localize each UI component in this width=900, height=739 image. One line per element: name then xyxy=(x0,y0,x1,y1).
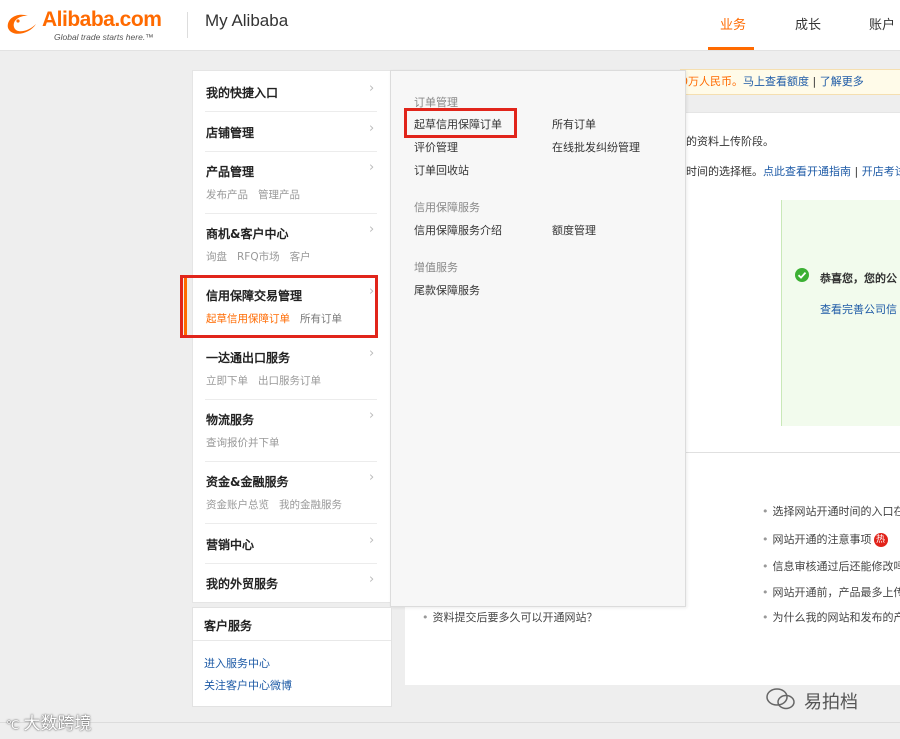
submenu-link[interactable]: RFQ市场 xyxy=(237,251,280,263)
faq-item[interactable]: • 资料提交后要多久可以开通网站？ xyxy=(422,609,598,625)
success-check-icon xyxy=(795,268,809,282)
chevron-right-icon: › xyxy=(369,121,375,136)
faq-item[interactable]: • 为什么我的网站和发布的产 xyxy=(762,609,900,625)
menu-item-label: 商机&客户中心 xyxy=(206,227,289,241)
service-center-link[interactable]: 进入服务中心 xyxy=(204,655,270,671)
menu-subitems: 发布产品 管理产品 xyxy=(206,187,310,202)
faq-item[interactable]: • 选择网站开通时间的入口在 xyxy=(762,503,900,519)
service-title: 客户服务 xyxy=(204,619,253,633)
nav-tab-account[interactable]: 账户 xyxy=(869,14,895,33)
alibaba-logo[interactable]: Alibaba.com Global trade starts here.™ xyxy=(4,6,184,46)
congrats-text: 恭喜您，您的公 xyxy=(820,272,897,285)
flyout-link-reviews[interactable]: 评价管理 xyxy=(414,139,458,155)
menu-subitems: 询盘 RFQ市场 客户 xyxy=(206,249,321,264)
faq-item[interactable]: • 网站开通的注意事项热 xyxy=(762,531,888,547)
flyout-link-all-orders[interactable]: 所有订单 xyxy=(552,116,596,132)
menu-subitems: 查询报价并下单 xyxy=(206,435,290,450)
top-header: Alibaba.com Global trade starts here.™ M… xyxy=(0,0,900,51)
flyout-section-header: 信用保障服务 xyxy=(414,201,480,214)
menu-item-label: 营销中心 xyxy=(206,538,255,552)
service-weibo-link[interactable]: 关注客户中心微博 xyxy=(204,677,292,693)
highlight-box-menu xyxy=(180,275,378,338)
submenu-link[interactable]: 立即下单 xyxy=(206,375,248,387)
open-guide-link[interactable]: 点此查看开通指南 xyxy=(763,165,851,178)
wechat-icon xyxy=(766,688,795,710)
menu-item-label: 物流服务 xyxy=(206,413,255,427)
header-divider xyxy=(187,12,188,38)
hot-badge-icon: 热 xyxy=(873,533,888,547)
submenu-link[interactable]: 发布产品 xyxy=(206,189,248,201)
chevron-right-icon: › xyxy=(369,408,375,423)
watermark-text: 易拍档 xyxy=(804,692,858,713)
submenu-link[interactable]: 我的金融服务 xyxy=(279,499,342,511)
menu-item-label: 我的外贸服务 xyxy=(206,577,279,591)
submenu-link[interactable]: 资金账户总览 xyxy=(206,499,269,511)
flyout-section-header: 增值服务 xyxy=(414,261,458,274)
content-line-2-text: 时间的选择框。 xyxy=(686,165,763,178)
menu-item-logistics[interactable]: 物流服务 查询报价并下单 › xyxy=(193,400,391,461)
service-divider xyxy=(193,640,391,641)
chevron-right-icon: › xyxy=(369,470,375,485)
chevron-right-icon: › xyxy=(369,160,375,175)
content-line-1: 的资料上传阶段。 xyxy=(686,135,774,148)
menu-item-leads-customers[interactable]: 商机&客户中心 询盘 RFQ市场 客户 › xyxy=(193,214,391,275)
footer-divider xyxy=(0,722,900,723)
submenu-link[interactable]: 客户 xyxy=(290,251,311,263)
customer-service-box: 客户服务 进入服务中心 关注客户中心微博 xyxy=(192,607,392,707)
logo-wordmark: Alibaba.com xyxy=(42,8,162,31)
nav-tab-business[interactable]: 业务 xyxy=(720,14,746,33)
menu-item-label: 我的快捷入口 xyxy=(206,86,279,100)
menu-item-trade-services[interactable]: 我的外贸服务 › xyxy=(193,564,391,602)
content-line-2: 时间的选择框。点此查看开通指南 | 开店考试 xyxy=(686,163,900,179)
menu-item-store[interactable]: 店铺管理 › xyxy=(193,112,391,152)
faq-item[interactable]: • 信息审核通过后还能修改吗 xyxy=(762,558,900,574)
alibaba-smile-icon xyxy=(7,14,36,34)
complete-company-info-link[interactable]: 查看完善公司信 xyxy=(820,301,897,317)
notice-separator: | xyxy=(809,75,820,88)
nav-tab-growth[interactable]: 成长 xyxy=(795,14,821,33)
submenu-link[interactable]: 查询报价并下单 xyxy=(206,437,280,449)
menu-item-shortcuts[interactable]: 我的快捷入口 › xyxy=(193,71,391,111)
content-separator: | xyxy=(851,165,862,178)
credit-notice-bar: 0万人民币。马上查看额度 | 了解更多 xyxy=(680,69,900,95)
watermark-text-left: ℃ 大数跨境 xyxy=(6,714,92,734)
page-title: My Alibaba xyxy=(205,11,289,30)
menu-item-label: 产品管理 xyxy=(206,165,255,179)
logo-tagline: Global trade starts here.™ xyxy=(54,32,154,42)
menu-item-label: 店铺管理 xyxy=(206,126,255,140)
chevron-right-icon: › xyxy=(369,572,375,587)
chevron-right-icon: › xyxy=(369,533,375,548)
trade-assurance-flyout: 订单管理 起草信用保障订单 所有订单 评价管理 在线批发纠纷管理 订单回收站 信… xyxy=(390,70,686,607)
flyout-link-service-intro[interactable]: 信用保障服务介绍 xyxy=(414,222,502,238)
menu-item-marketing[interactable]: 营销中心 › xyxy=(193,524,391,563)
menu-item-label: 资金&金融服务 xyxy=(206,475,289,489)
faq-item[interactable]: • 网站开通前，产品最多上传 xyxy=(762,584,900,600)
submenu-link[interactable]: 出口服务订单 xyxy=(258,375,321,387)
submenu-link[interactable]: 询盘 xyxy=(206,251,227,263)
chevron-right-icon: › xyxy=(369,346,375,361)
submenu-link[interactable]: 管理产品 xyxy=(258,189,300,201)
menu-item-label: 一达通出口服务 xyxy=(206,351,291,365)
menu-item-finance[interactable]: 资金&金融服务 资金账户总览 我的金融服务 › xyxy=(193,462,391,523)
view-credit-link[interactable]: 马上查看额度 xyxy=(743,75,809,88)
chevron-right-icon: › xyxy=(369,222,375,237)
store-exam-link[interactable]: 开店考试 xyxy=(862,165,900,178)
flyout-link-recycle-bin[interactable]: 订单回收站 xyxy=(414,162,469,178)
notice-amount: 0万人民币。 xyxy=(681,75,743,88)
flyout-link-balance-protection[interactable]: 尾款保障服务 xyxy=(414,282,480,298)
highlight-box-flyout xyxy=(404,108,517,138)
learn-more-link[interactable]: 了解更多 xyxy=(820,75,864,88)
menu-subitems: 立即下单 出口服务订单 xyxy=(206,373,331,388)
flyout-link-credit-limit[interactable]: 额度管理 xyxy=(552,222,596,238)
chevron-right-icon: › xyxy=(369,81,375,96)
menu-item-products[interactable]: 产品管理 发布产品 管理产品 › xyxy=(193,152,391,213)
flyout-link-disputes[interactable]: 在线批发纠纷管理 xyxy=(552,139,640,155)
active-tab-indicator xyxy=(708,47,754,50)
menu-subitems: 资金账户总览 我的金融服务 xyxy=(206,497,352,512)
menu-item-onetouch-export[interactable]: 一达通出口服务 立即下单 出口服务订单 › xyxy=(193,338,391,399)
